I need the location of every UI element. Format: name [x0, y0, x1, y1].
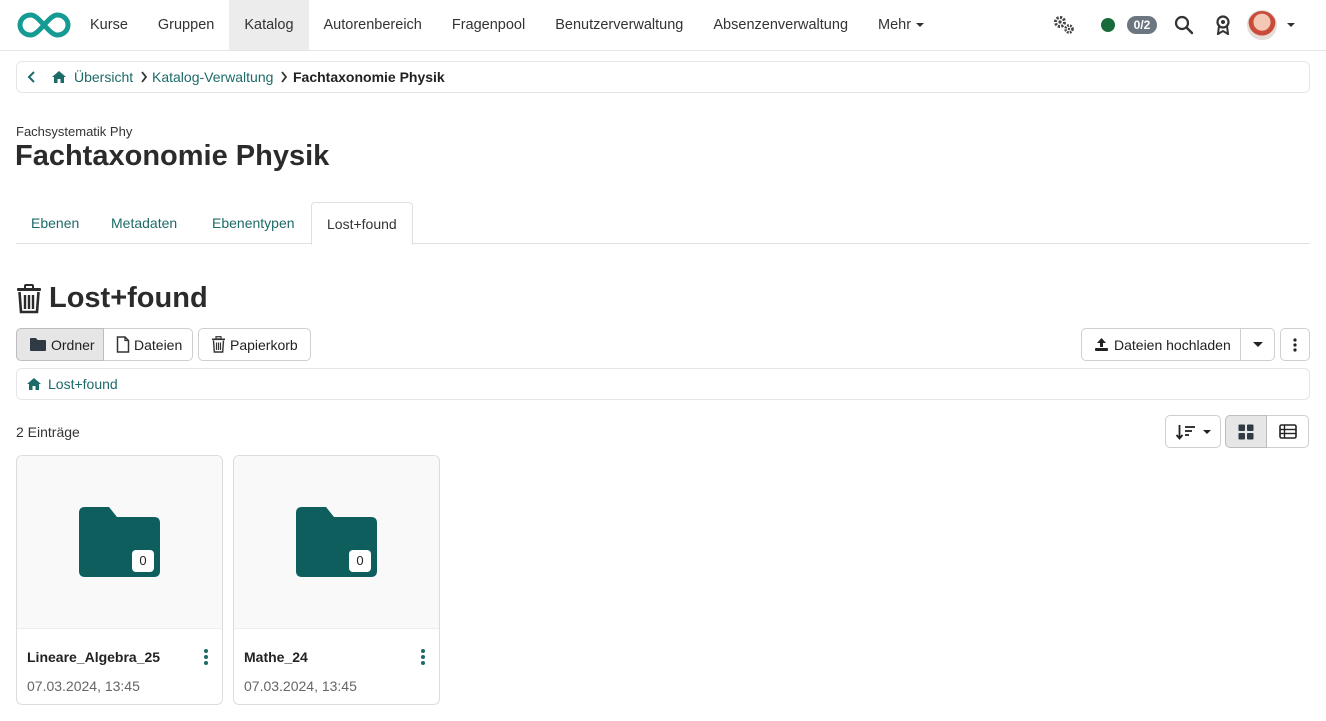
nav-item-autorenbereich[interactable]: Autorenbereich [309, 0, 437, 50]
upload-icon [1095, 338, 1108, 351]
chevron-down-icon[interactable] [1287, 23, 1295, 27]
badge-icon[interactable] [1215, 15, 1231, 35]
nav-item-kurse[interactable]: Kurse [75, 0, 143, 50]
folder-path-root[interactable]: Lost+found [48, 376, 118, 392]
folder-card-name[interactable]: Mathe_24 [244, 649, 308, 665]
avatar[interactable] [1247, 10, 1277, 40]
kebab-menu-icon [1293, 337, 1297, 352]
papierkorb-button[interactable]: Papierkorb [198, 328, 311, 361]
breadcrumb: Übersicht Katalog-Verwaltung Fachtaxonom… [16, 61, 1310, 93]
page-title: Fachtaxonomie Physik [15, 140, 330, 172]
page-subtitle: Fachsystematik Phy [16, 124, 133, 139]
status-badge[interactable]: 0/2 [1127, 16, 1157, 34]
upload-files-button[interactable]: Dateien hochladen [1081, 328, 1241, 361]
chevron-right-icon [281, 71, 288, 83]
dateien-button[interactable]: Dateien [104, 328, 193, 361]
trash-icon [212, 336, 225, 353]
chevron-down-icon [1252, 342, 1263, 347]
folder-icon [30, 338, 46, 351]
breadcrumb-item-uebersicht[interactable]: Übersicht [74, 69, 133, 85]
kebab-menu-icon[interactable] [201, 648, 211, 666]
folder-card-thumbnail[interactable]: 0 [234, 456, 439, 629]
nav-item-absenzenverwaltung[interactable]: Absenzenverwaltung [698, 0, 863, 50]
sort-button[interactable] [1165, 415, 1221, 448]
nav-item-gruppen[interactable]: Gruppen [143, 0, 229, 50]
nav-item-mehr[interactable]: Mehr [863, 0, 939, 50]
folder-item-count: 0 [349, 550, 371, 572]
folder-card[interactable]: 0 Lineare_Algebra_25 07.03.2024, 13:45 [16, 455, 223, 705]
main-menu: Kurse Gruppen Katalog Autorenbereich Fra… [75, 0, 939, 50]
top-navigation: Kurse Gruppen Katalog Autorenbereich Fra… [0, 0, 1326, 51]
grid-view-button[interactable] [1225, 415, 1267, 448]
breadcrumb-current: Fachtaxonomie Physik [293, 69, 445, 85]
home-icon[interactable] [26, 377, 42, 391]
sort-icon [1175, 424, 1195, 440]
list-view-button[interactable] [1267, 415, 1309, 448]
entry-count: 2 Einträge [16, 424, 80, 440]
file-icon [116, 336, 130, 353]
grid-icon [1238, 424, 1254, 439]
upload-dropdown-button[interactable] [1241, 328, 1275, 361]
papierkorb-button-label: Papierkorb [230, 336, 298, 353]
chevron-down-icon [916, 23, 925, 28]
tab-ebenentypen[interactable]: Ebenentypen [197, 202, 310, 244]
tab-ebenen[interactable]: Ebenen [16, 202, 94, 244]
table-icon [1278, 424, 1297, 439]
nav-item-katalog[interactable]: Katalog [229, 0, 309, 50]
chevron-down-icon [1202, 429, 1211, 434]
nav-item-mehr-label: Mehr [878, 17, 912, 33]
folder-card[interactable]: 0 Mathe_24 07.03.2024, 13:45 [233, 455, 440, 705]
folder-path-bar: Lost+found [16, 368, 1310, 400]
chevron-right-icon [141, 71, 148, 83]
upload-files-label: Dateien hochladen [1114, 336, 1231, 353]
search-icon[interactable] [1174, 15, 1194, 35]
folder-card-date: 07.03.2024, 13:45 [27, 678, 140, 694]
folder-card-thumbnail[interactable]: 0 [17, 456, 222, 629]
nav-item-benutzerverwaltung[interactable]: Benutzerverwaltung [540, 0, 698, 50]
nav-item-fragenpool[interactable]: Fragenpool [437, 0, 540, 50]
trash-icon [17, 284, 41, 314]
online-status-dot[interactable] [1101, 18, 1115, 32]
kebab-menu-icon[interactable] [418, 648, 428, 666]
ordner-button-label: Ordner [51, 336, 95, 353]
folder-card-date: 07.03.2024, 13:45 [244, 678, 357, 694]
dateien-button-label: Dateien [134, 336, 183, 353]
back-icon[interactable] [25, 70, 39, 84]
infinity-logo[interactable] [17, 11, 71, 39]
more-options-button[interactable] [1280, 328, 1310, 361]
breadcrumb-item-katalog-verwaltung[interactable]: Katalog-Verwaltung [152, 69, 273, 85]
gears-icon[interactable] [1053, 15, 1075, 35]
tab-metadaten[interactable]: Metadaten [96, 202, 192, 244]
section-title: Lost+found [49, 282, 208, 314]
ordner-button[interactable]: Ordner [16, 328, 104, 361]
folder-item-count: 0 [132, 550, 154, 572]
tab-bar: Ebenen Metadaten Ebenentypen Lost+found [16, 202, 1310, 245]
home-icon[interactable] [51, 70, 67, 84]
folder-card-name[interactable]: Lineare_Algebra_25 [27, 649, 160, 665]
tab-lost-found[interactable]: Lost+found [311, 202, 413, 245]
